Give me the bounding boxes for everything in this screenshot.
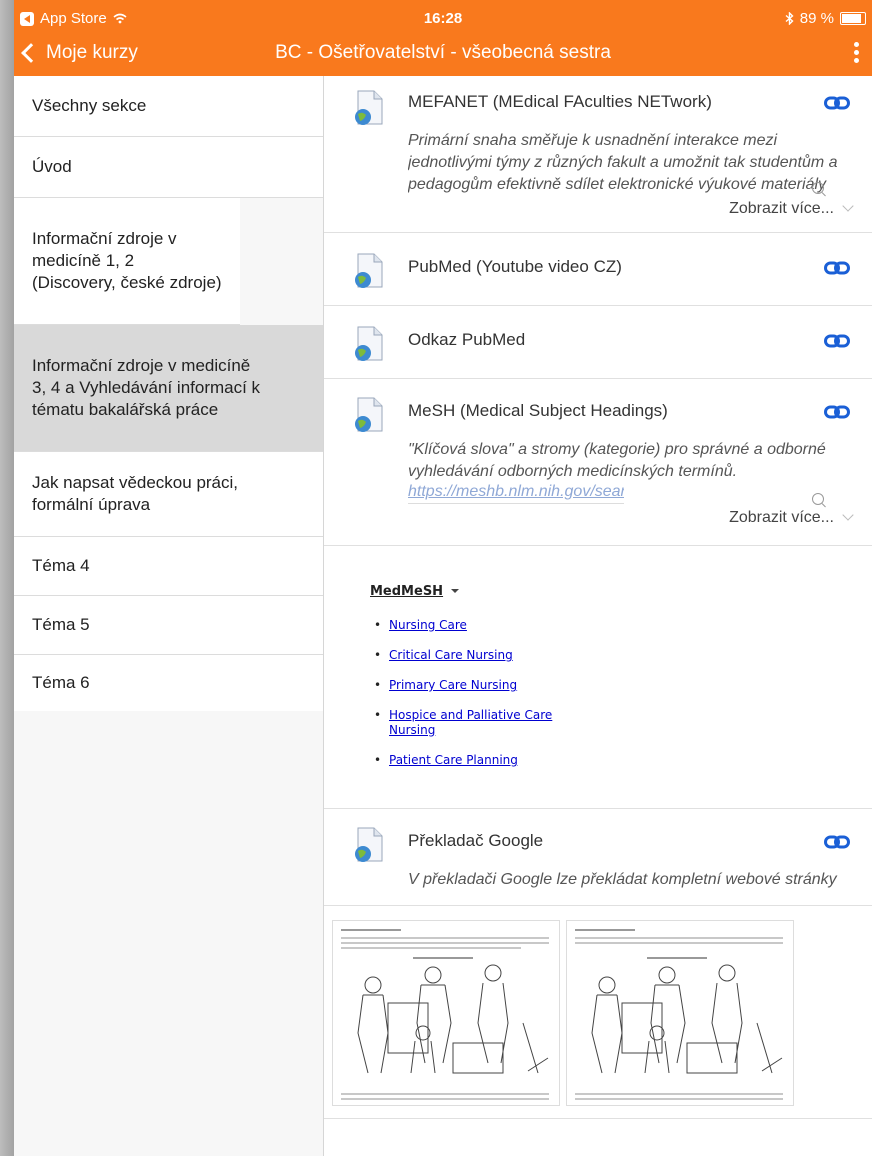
medmesh-link[interactable]: Primary Care Nursing <box>389 678 517 692</box>
show-more-label: Zobrazit více... <box>729 200 834 217</box>
resource-google-translate[interactable]: Překladač Google V překladači Google lze… <box>324 809 872 906</box>
medmesh-link[interactable]: Hospice and Palliative Care Nursing <box>389 708 552 737</box>
sidebar-item-label: Všechny sekce <box>32 96 147 115</box>
file-globe-icon <box>355 326 383 361</box>
medmesh-link[interactable]: Patient Care Planning <box>389 753 518 767</box>
sidebar-item-label: Téma 6 <box>32 673 90 692</box>
medmesh-link[interactable]: Nursing Care <box>389 618 467 632</box>
illustration-page-right <box>566 920 794 1106</box>
sidebar-item-info-sources-3-4[interactable]: Informační zdroje v medicíně 3, 4 a Vyhl… <box>14 325 323 452</box>
list-item: Hospice and Palliative Care Nursing <box>374 708 569 738</box>
nurses-illustration <box>357 964 549 1074</box>
caret-down-icon <box>451 589 460 593</box>
show-more-button[interactable]: Zobrazit více... <box>729 509 854 527</box>
resource-description: Primární snaha směřuje k usnadnění inter… <box>408 132 838 193</box>
list-item: Critical Care Nursing <box>374 648 574 663</box>
medmesh-link[interactable]: Critical Care Nursing <box>389 648 513 662</box>
illustration-page-left <box>332 920 560 1106</box>
resource-title: MeSH (Medical Subject Headings) <box>408 401 668 420</box>
sidebar-item-label: Úvod <box>32 157 72 176</box>
app-frame: Moje kurzy BC - Ošetřovatelství - všeobe… <box>0 0 872 1156</box>
sidebar-item-intro[interactable]: Úvod <box>14 137 323 198</box>
sidebar-item-info-sources-1-2[interactable]: Informační zdroje v medicíně 1, 2 (Disco… <box>14 198 240 325</box>
show-more-label: Zobrazit více... <box>729 509 834 526</box>
sidebar-item-label: Informační zdroje v medicíně 3, 4 a Vyhl… <box>32 356 261 419</box>
section-sidebar: Všechny sekce Úvod Informační zdroje v m… <box>14 76 324 1156</box>
link-icon[interactable] <box>824 334 850 348</box>
resource-mesh[interactable]: MeSH (Medical Subject Headings) "Klíčová… <box>324 379 872 546</box>
clock: 16:28 <box>423 10 463 27</box>
resource-title: PubMed (Youtube video CZ) <box>408 257 622 276</box>
medmesh-title-text: MedMeSH <box>370 584 444 599</box>
battery-icon <box>840 12 866 25</box>
more-vertical-icon[interactable] <box>854 42 860 66</box>
sidebar-item-label: Téma 4 <box>32 556 90 575</box>
mesh-search-link[interactable]: https://meshb.nlm.nih.gov/search <box>408 483 624 504</box>
show-more-button[interactable]: Zobrazit více... <box>729 200 854 218</box>
medmesh-embed: MedMeSH Nursing Care Critical Care Nursi… <box>324 546 872 809</box>
medmesh-link-list: Nursing Care Critical Care Nursing Prima… <box>374 618 574 783</box>
chevron-down-icon <box>842 200 854 212</box>
resource-description: "Klíčová slova" a stromy (kategorie) pro… <box>408 441 826 480</box>
list-item: Primary Care Nursing <box>374 678 574 693</box>
sidebar-item-scientific-writing[interactable]: Jak napsat vědeckou práci, formální úpra… <box>14 452 323 537</box>
resource-pubmed-video[interactable]: PubMed (Youtube video CZ) <box>324 233 872 306</box>
list-item: Nursing Care <box>374 618 574 633</box>
sidebar-item-label: Informační zdroje v medicíně 1, 2 (Disco… <box>32 229 222 292</box>
battery-percent: 89 % <box>799 10 834 27</box>
resource-title: MEFANET (MEdical FAculties NETwork) <box>408 92 712 111</box>
link-icon[interactable] <box>824 261 850 275</box>
search-icon <box>812 493 824 505</box>
sidebar-item-all-sections[interactable]: Všechny sekce <box>14 76 323 137</box>
nursing-illustration-preview <box>324 906 872 1119</box>
device-bezel <box>0 0 14 1156</box>
resource-description: V překladači Google lze překládat komple… <box>408 871 837 888</box>
search-icon <box>812 182 824 194</box>
link-icon[interactable] <box>824 96 850 110</box>
resource-title: Odkaz PubMed <box>408 330 526 349</box>
medmesh-title[interactable]: MedMeSH <box>370 584 460 599</box>
resource-title: Překladač Google <box>408 831 544 850</box>
sidebar-item-label: Jak napsat vědeckou práci, formální úpra… <box>32 473 239 514</box>
sidebar-item-label: Téma 5 <box>32 615 90 634</box>
list-item: Patient Care Planning <box>374 753 574 768</box>
sidebar-item-topic-6[interactable]: Téma 6 <box>14 655 323 711</box>
file-globe-icon <box>355 253 383 288</box>
resource-mefanet[interactable]: MEFANET (MEdical FAculties NETwork) Prim… <box>324 76 872 233</box>
nurses-illustration <box>591 964 783 1074</box>
page-title: BC - Ošetřovatelství - všeobecná sestra <box>275 42 611 63</box>
sidebar-item-topic-5[interactable]: Téma 5 <box>14 596 323 655</box>
file-globe-icon <box>355 827 383 862</box>
bluetooth-icon <box>785 12 794 25</box>
file-globe-icon <box>355 90 383 125</box>
link-icon[interactable] <box>824 405 850 419</box>
sidebar-item-topic-4[interactable]: Téma 4 <box>14 537 323 596</box>
section-content: MEFANET (MEdical FAculties NETwork) Prim… <box>324 76 872 1156</box>
link-icon[interactable] <box>824 835 850 849</box>
resource-pubmed-link[interactable]: Odkaz PubMed <box>324 306 872 379</box>
status-bar: App Store 16:28 89 % <box>14 0 872 38</box>
chevron-down-icon <box>842 509 854 521</box>
file-globe-icon <box>355 397 383 432</box>
